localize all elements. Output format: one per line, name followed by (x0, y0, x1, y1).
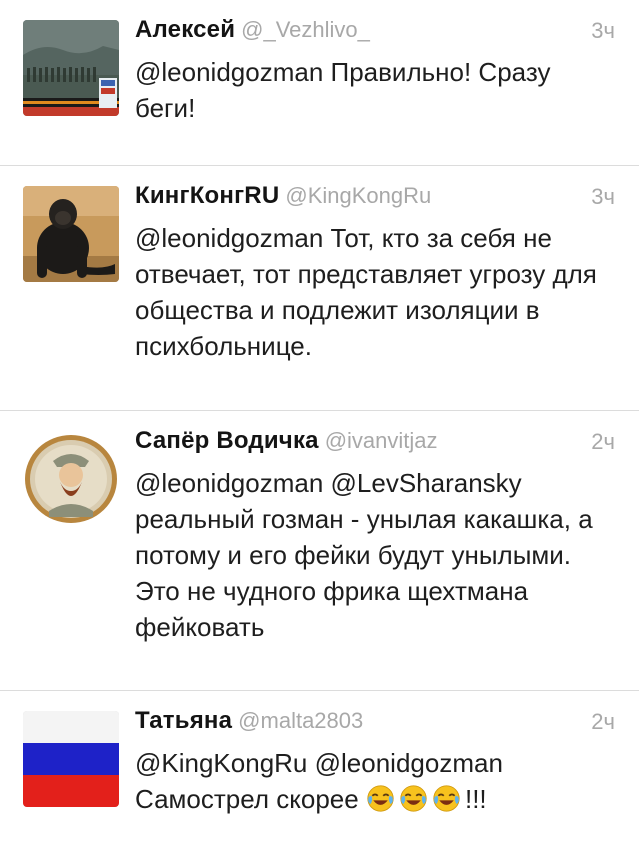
author-name[interactable]: Сапёр Водичка (135, 427, 319, 454)
tweet-text-fragment: Самострел скорее (135, 784, 359, 814)
author-name[interactable]: Алексей (135, 16, 235, 43)
tweet-timestamp: 3ч (591, 184, 615, 209)
face-with-tears-of-joy-icon (366, 784, 395, 813)
tweet-text-line: @KingKongRu @leonidgozman (135, 748, 503, 778)
author-name[interactable]: Татьяна (135, 707, 232, 734)
avatar[interactable] (23, 431, 119, 527)
avatar[interactable] (23, 20, 119, 116)
face-with-tears-of-joy-icon (399, 784, 428, 813)
face-with-tears-of-joy-icon (432, 784, 461, 813)
avatar-gorilla-image (23, 186, 119, 282)
avatar-soldiers-image (23, 20, 119, 116)
tweet-text-line: Самострел скорее !!! (135, 781, 605, 817)
tweet-item[interactable]: КингКонгRU @KingKongRu 3ч @leonidgozman Т… (0, 166, 639, 411)
tweet-timestamp: 2ч (591, 429, 615, 454)
author-handle[interactable]: @malta2803 (238, 708, 363, 733)
tweet-timestamp: 3ч (591, 18, 615, 43)
avatar[interactable] (23, 711, 119, 807)
tweet-text: @leonidgozman @LevSharansky реальный гоз… (135, 468, 593, 642)
avatar[interactable] (23, 186, 119, 282)
avatar-russian-flag-image (23, 711, 119, 807)
tweet-item[interactable]: Алексей @_Vezhlivo_ 3ч @leonidgozman Прав… (0, 0, 639, 166)
author-name[interactable]: КингКонгRU (135, 182, 279, 209)
tweet-text: @KingKongRu @leonidgozman Самострел скор… (135, 745, 605, 817)
tweet-timestamp: 2ч (591, 709, 615, 734)
avatar-soldier-portrait-image (23, 431, 119, 527)
tweet-text: @leonidgozman Правильно! Сразу беги! (135, 57, 551, 123)
author-handle[interactable]: @ivanvitjaz (325, 428, 438, 453)
tweet-timeline: Алексей @_Vezhlivo_ 3ч @leonidgozman Прав… (0, 0, 639, 851)
tweet-text: @leonidgozman Тот, кто за себя не отвеча… (135, 223, 597, 361)
tweet-item[interactable]: Татьяна @malta2803 2ч @KingKongRu @leonid… (0, 691, 639, 851)
tweet-item[interactable]: Сапёр Водичка @ivanvitjaz 2ч @leonidgozma… (0, 411, 639, 691)
author-handle[interactable]: @_Vezhlivo_ (241, 17, 370, 42)
tweet-text-fragment: !!! (464, 784, 487, 814)
author-handle[interactable]: @KingKongRu (285, 183, 431, 208)
